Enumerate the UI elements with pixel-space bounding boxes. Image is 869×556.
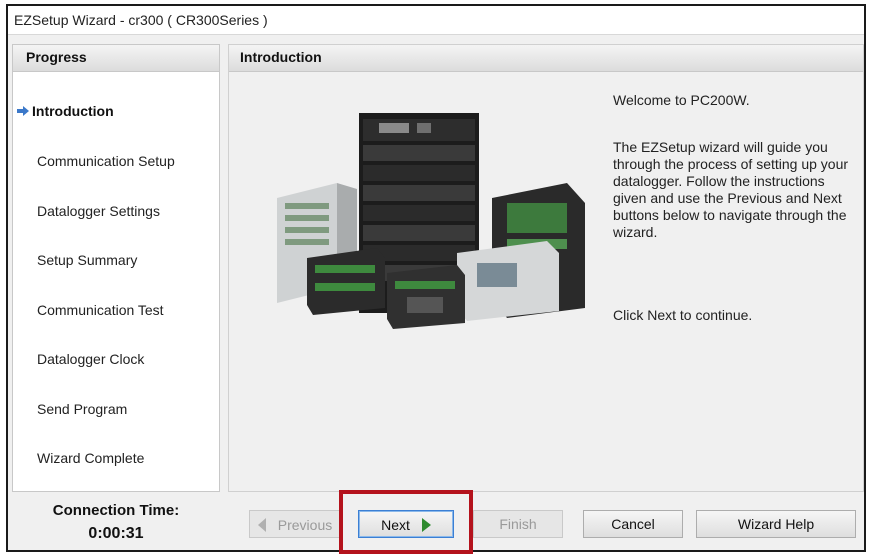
current-step-arrow-icon: [17, 105, 29, 117]
title-bar: EZSetup Wizard - cr300 ( CR300Series ): [8, 6, 864, 35]
cancel-button[interactable]: Cancel: [583, 510, 683, 538]
step-wizard-complete: Wizard Complete: [37, 450, 145, 466]
step-datalogger-settings: Datalogger Settings: [37, 203, 160, 219]
guide-text: The EZSetup wizard will guide you throug…: [613, 139, 849, 240]
window-title: EZSetup Wizard - cr300 ( CR300Series ): [14, 12, 268, 28]
wizard-window: EZSetup Wizard - cr300 ( CR300Series ) P…: [6, 4, 866, 552]
previous-button[interactable]: Previous: [249, 510, 341, 538]
introduction-header: Introduction: [229, 45, 863, 72]
progress-header: Progress: [13, 45, 219, 72]
step-label: Introduction: [32, 103, 114, 119]
step-communication-test: Communication Test: [37, 302, 164, 318]
finish-button[interactable]: Finish: [473, 510, 563, 538]
progress-panel: Progress Introduction Communication Setu…: [12, 44, 220, 492]
previous-arrow-icon: [257, 517, 266, 532]
step-communication-setup: Communication Setup: [37, 153, 175, 169]
introduction-title: Introduction: [240, 49, 322, 65]
click-next-text: Click Next to continue.: [613, 307, 753, 323]
datalogger-products-image: [277, 113, 585, 329]
step-send-program: Send Program: [37, 401, 128, 417]
step-introduction: Introduction: [17, 103, 114, 119]
welcome-text: Welcome to PC200W.: [613, 92, 750, 108]
connection-time-value: 0:00:31: [88, 525, 144, 542]
step-setup-summary: Setup Summary: [37, 252, 138, 268]
next-button-highlight: [339, 490, 473, 554]
progress-title: Progress: [26, 49, 87, 65]
previous-label: Previous: [277, 516, 333, 533]
wizard-help-button[interactable]: Wizard Help: [696, 510, 856, 538]
step-datalogger-clock: Datalogger Clock: [37, 351, 145, 367]
introduction-panel: Introduction Welcome to PC200W. The EZSe…: [228, 44, 864, 492]
connection-time-label: Connection Time:: [52, 502, 180, 519]
